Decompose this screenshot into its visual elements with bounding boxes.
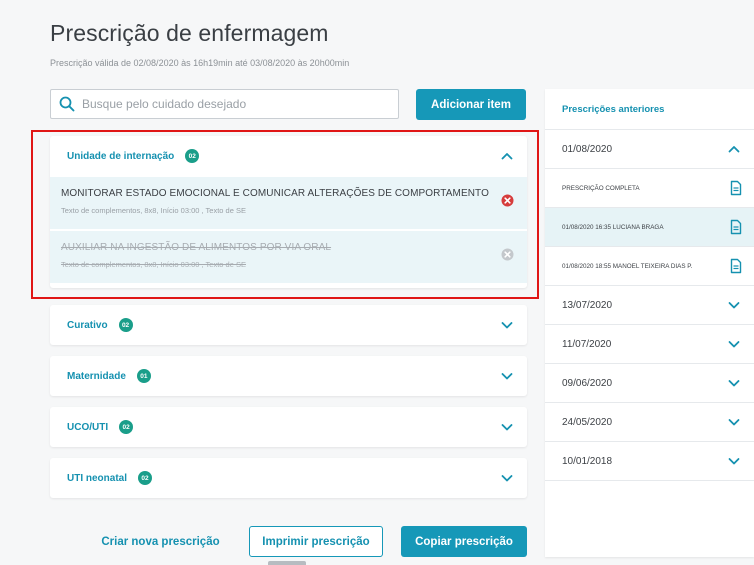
section-label: UCO/UTI: [67, 421, 109, 433]
add-item-button[interactable]: Adicionar item: [416, 89, 526, 120]
section-card-uti-neonatal[interactable]: UTI neonatal 02: [50, 458, 527, 498]
section-label: UTI neonatal: [67, 472, 128, 484]
divider: [545, 480, 754, 481]
history-date-row[interactable]: 01/08/2020: [545, 129, 754, 168]
history-entry[interactable]: 01/08/2020 16:35 LUCIANA BRAGA: [545, 207, 754, 246]
chevron-down-icon[interactable]: [728, 416, 740, 428]
history-date: 13/07/2020: [562, 299, 613, 311]
item-title: MONITORAR ESTADO EMOCIONAL E COMUNICAR A…: [61, 188, 489, 199]
chevron-down-icon[interactable]: [501, 370, 513, 382]
history-date: 01/08/2020: [562, 143, 613, 155]
chevron-down-icon[interactable]: [728, 455, 740, 467]
document-icon[interactable]: [730, 180, 742, 196]
prescription-item-suspended[interactable]: AUXILIAR NA INGESTÃO DE ALIMENTOS POR VI…: [50, 231, 527, 283]
panel-title: Prescrições anteriores: [562, 104, 665, 115]
section-card-unidade-internacao: Unidade de internação 02 MONITORAR ESTAD…: [50, 136, 527, 288]
section-header[interactable]: UTI neonatal 02: [50, 458, 527, 498]
count-badge: 02: [118, 318, 133, 332]
chevron-down-icon[interactable]: [501, 421, 513, 433]
history-date: 10/01/2018: [562, 455, 613, 467]
section-label: Curativo: [67, 319, 108, 331]
section-header[interactable]: Maternidade 01: [50, 356, 527, 396]
document-icon[interactable]: [730, 219, 742, 235]
section-label: Unidade de internação: [67, 150, 175, 162]
new-prescription-button[interactable]: Criar nova prescrição: [96, 527, 225, 557]
section-header[interactable]: UCO/UTI 02: [50, 407, 527, 447]
chevron-up-icon[interactable]: [501, 150, 513, 162]
chevron-down-icon[interactable]: [728, 377, 740, 389]
section-header[interactable]: Curativo 02: [50, 305, 527, 345]
section-card-maternidade[interactable]: Maternidade 01: [50, 356, 527, 396]
prescription-item[interactable]: MONITORAR ESTADO EMOCIONAL E COMUNICAR A…: [50, 177, 527, 229]
copy-prescription-button[interactable]: Copiar prescrição: [401, 526, 527, 557]
scroll-handle[interactable]: [268, 561, 306, 565]
history-date: 11/07/2020: [562, 338, 612, 350]
item-description: Texto de complementos, 8x8, Início 03:00…: [61, 260, 246, 269]
history-date-row[interactable]: 10/01/2018: [545, 441, 754, 480]
section-label: Maternidade: [67, 370, 126, 382]
search-icon: [59, 96, 75, 112]
validity-text: Prescrição válida de 02/08/2020 às 16h19…: [50, 58, 350, 68]
count-badge: 02: [185, 149, 200, 163]
document-icon[interactable]: [730, 258, 742, 274]
remove-circle-icon[interactable]: [501, 194, 514, 207]
remove-circle-icon[interactable]: [501, 248, 514, 261]
history-date-row[interactable]: 09/06/2020: [545, 363, 754, 402]
count-badge: 02: [138, 471, 153, 485]
history-date-row[interactable]: 13/07/2020: [545, 285, 754, 324]
item-title: AUXILIAR NA INGESTÃO DE ALIMENTOS POR VI…: [61, 242, 332, 253]
history-date-row[interactable]: 11/07/2020: [545, 324, 754, 363]
previous-prescriptions-panel: Prescrições anteriores 01/08/2020 PRESCR…: [545, 89, 754, 557]
page-title: Prescrição de enfermagem: [50, 20, 329, 46]
chevron-down-icon[interactable]: [501, 319, 513, 331]
print-prescription-button[interactable]: Imprimir prescrição: [249, 526, 383, 557]
history-entry-label: PRESCRIÇÃO COMPLETA: [562, 184, 640, 192]
count-badge: 02: [119, 420, 134, 434]
item-description: Texto de complementos, 8x8, Início 03:00…: [61, 206, 246, 215]
history-entry-label: 01/08/2020 18:55 MANOEL TEIXEIRA DIAS P.: [562, 262, 693, 270]
search-input[interactable]: [82, 97, 382, 111]
history-entry[interactable]: 01/08/2020 18:55 MANOEL TEIXEIRA DIAS P.: [545, 246, 754, 285]
history-entry-label: 01/08/2020 16:35 LUCIANA BRAGA: [562, 223, 664, 231]
section-card-curativo[interactable]: Curativo 02: [50, 305, 527, 345]
chevron-up-icon[interactable]: [728, 143, 740, 155]
chevron-down-icon[interactable]: [501, 472, 513, 484]
chevron-down-icon[interactable]: [728, 338, 740, 350]
history-entry[interactable]: PRESCRIÇÃO COMPLETA: [545, 168, 754, 207]
history-date-row[interactable]: 24/05/2020: [545, 402, 754, 441]
history-date: 09/06/2020: [562, 377, 613, 389]
history-date: 24/05/2020: [562, 416, 613, 428]
count-badge: 01: [136, 369, 151, 383]
search-box[interactable]: [50, 89, 399, 119]
chevron-down-icon[interactable]: [728, 299, 740, 311]
section-header[interactable]: Unidade de internação 02: [50, 136, 527, 176]
section-card-uco-uti[interactable]: UCO/UTI 02: [50, 407, 527, 447]
